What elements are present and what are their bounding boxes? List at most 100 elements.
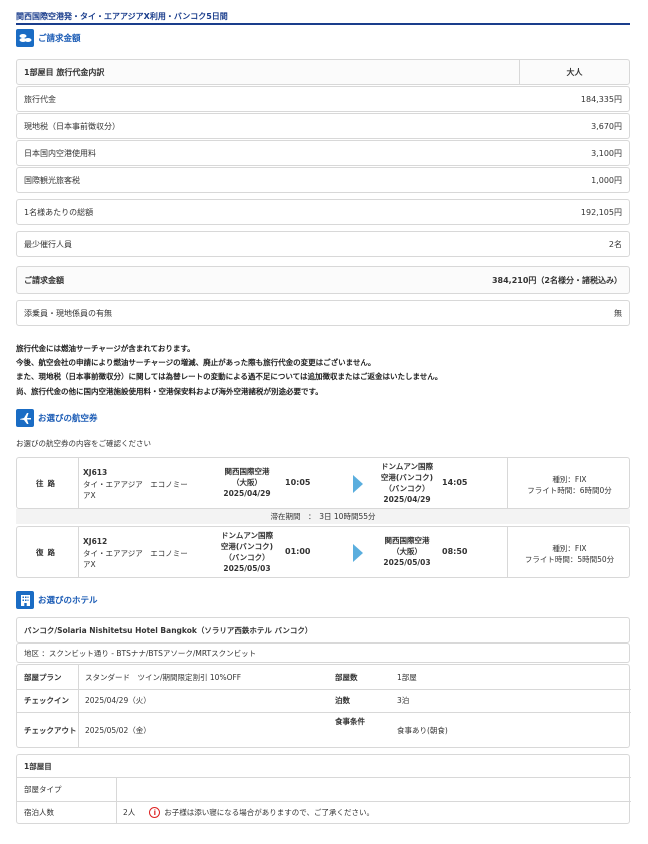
warning-info-icon: i xyxy=(149,807,161,818)
departure-line: ドンムアン国際 xyxy=(220,531,274,540)
note-line: 尚、旅行代金の他に国内空港施設使用料・空港保安料および海外空港諸税が別途必要です… xyxy=(16,386,323,396)
billing-row-value: 3,100円 xyxy=(591,148,622,158)
billing-header-label: 1部屋目 旅行代金内訳 xyxy=(24,67,105,77)
billing-header-col: 大人 xyxy=(519,60,629,84)
checkout-label: チェックアウト xyxy=(17,712,79,748)
billing-row-label: 旅行代金 xyxy=(24,94,56,104)
arrival-line: ドンムアン国際 xyxy=(380,462,434,471)
departure-line: 関西国際空港 xyxy=(224,467,270,476)
airline-name-cont: アX xyxy=(83,491,96,500)
airline-name: タイ・エアアジア エコノミー xyxy=(83,480,188,489)
plan-label: 部屋プラン xyxy=(17,665,79,689)
billing-row-tour-conductor: 添乗員・現地係員の有無 無 xyxy=(16,300,630,326)
guests-label: 宿泊人数 xyxy=(17,801,117,824)
guests-info: 2人 i お子様は添い寝になる場合がありますので、ご了承ください。 xyxy=(123,801,374,824)
billing-row-value: 384,210円（2名様分・諸税込み） xyxy=(491,275,622,285)
arrival-date: 2025/04/29 xyxy=(383,495,431,504)
arrival-airport: ドンムアン国際 空港(バンコク) （バンコク） 2025/04/29 xyxy=(367,461,447,505)
flight-airline: タイ・エアアジア エコノミー アX xyxy=(83,479,203,501)
room1-title: 1部屋目 xyxy=(24,761,52,771)
note-line: 今後、航空会社の申請により燃油サーチャージの増減、廃止があった際も旅行代金の変更… xyxy=(16,358,376,368)
nights-label: 泊数 xyxy=(335,696,350,705)
guests-note: お子様は添い寝になる場合がありますので、ご了承ください。 xyxy=(164,808,374,817)
hotel-area: 地区 ：スクンビット通り - BTSナナ/BTSアソーク/MRTスクンビット xyxy=(16,643,630,663)
arrival-line: （大阪） xyxy=(392,547,422,556)
flight-section-header: お選びの航空券 xyxy=(16,409,98,427)
departure-time: 10:05 xyxy=(285,478,311,487)
airline-name-cont: アX xyxy=(83,560,96,569)
departure-date: 2025/04/29 xyxy=(223,489,271,498)
billing-row-label: 添乗員・現地係員の有無 xyxy=(24,308,112,318)
billing-row-fare: 旅行代金 184,335円 xyxy=(16,86,630,112)
airline-name: タイ・エアアジア エコノミー xyxy=(83,549,188,558)
billing-row-min-participants: 最少催行人員 2名 xyxy=(16,231,630,257)
billing-header-row: 1部屋目 旅行代金内訳 大人 xyxy=(16,59,630,85)
flight-direction: 往路 xyxy=(17,458,79,508)
billing-row-per-person-total: 1名様あたりの総額 192,105円 xyxy=(16,199,630,225)
billing-row-airport-fee: 日本国内空港使用料 3,100円 xyxy=(16,140,630,166)
billing-notes: 旅行代金には燃油サーチャージが含まれております。 今後、航空会社の申請により燃油… xyxy=(16,342,442,399)
airplane-icon xyxy=(16,409,34,427)
hotel-name: バンコク/Solaria Nishitetsu Hotel Bangkok（ソラ… xyxy=(16,617,630,643)
billing-section-title: ご請求金額 xyxy=(38,34,81,44)
billing-row-value: 184,335円 xyxy=(580,94,622,104)
hotel-section-header: お選びのホテル xyxy=(16,591,98,609)
flight-section-title: お選びの航空券 xyxy=(38,414,98,424)
arrival-airport: 関西国際空港 （大阪） 2025/05/03 xyxy=(367,535,447,568)
arrow-right-icon xyxy=(353,475,363,493)
billing-row-local-tax: 現地税（日本事前徴収分） 3,670円 xyxy=(16,113,630,139)
plan-value: スタンダード ツイン/期間限定割引 10%OFF xyxy=(85,672,242,682)
billing-row-value: 192,105円 xyxy=(580,207,622,217)
room1-details: 1部屋目 部屋タイプ 宿泊人数 2人 i お子様は添い寝になる場合がありますので… xyxy=(16,754,631,824)
flight-kind: 種別：FIX フライト時間：6時間0分 xyxy=(507,458,631,508)
stay-duration: 滞在期間 ： 3日 10時間55分 xyxy=(16,509,630,524)
note-line: 旅行代金には燃油サーチャージが含まれております。 xyxy=(16,344,195,353)
fare-type: 種別：FIX xyxy=(552,544,587,553)
arrival-line: （バンコク） xyxy=(384,484,430,493)
flight-airline: タイ・エアアジア エコノミー アX xyxy=(83,548,203,570)
roomtype-label: 部屋タイプ xyxy=(17,777,117,801)
flight-number: XJ613 xyxy=(83,468,108,477)
page-title: 関西国際空港発・タイ・エアアジアX利用・バンコク5日間 xyxy=(16,12,228,21)
flight-duration: フライト時間：6時間0分 xyxy=(527,486,612,495)
billing-row-grand-total: ご請求金額 384,210円（2名様分・諸税込み） xyxy=(16,266,630,294)
departure-time: 01:00 xyxy=(285,547,311,556)
flight-direction: 復路 xyxy=(17,527,79,577)
arrow-right-icon xyxy=(353,544,363,562)
departure-date: 2025/05/03 xyxy=(223,564,271,573)
billing-row-tourist-tax: 国際観光旅客税 1,000円 xyxy=(16,167,630,193)
arrival-time: 14:05 xyxy=(442,478,468,487)
arrival-line: 関西国際空港 xyxy=(384,536,430,545)
billing-row-value: 2名 xyxy=(608,239,622,249)
billing-row-label: 国際観光旅客税 xyxy=(24,175,80,185)
arrival-time: 08:50 xyxy=(442,547,468,556)
departure-line: （大阪） xyxy=(232,478,262,487)
flight-duration: フライト時間：5時間50分 xyxy=(524,555,615,564)
flight-leg-outbound: 往路 XJ613 タイ・エアアジア エコノミー アX 関西国際空港 （大阪） 2… xyxy=(16,457,630,509)
building-icon xyxy=(16,591,34,609)
rooms-label: 部屋数 xyxy=(335,672,358,682)
flight-kind: 種別：FIX フライト時間：5時間50分 xyxy=(507,527,631,577)
meal-label: 食事条件 xyxy=(335,716,365,726)
flight-number: XJ612 xyxy=(83,537,108,546)
departure-airport: ドンムアン国際 空港(バンコク) （バンコク） 2025/05/03 xyxy=(207,530,287,574)
guests-value: 2人 xyxy=(123,808,136,817)
note-line: また、現地税（日本事前徴収分）に関しては為替レートの変動による過不足については追… xyxy=(16,372,443,382)
checkin-label: チェックイン xyxy=(17,689,79,712)
billing-row-label: 1名様あたりの総額 xyxy=(24,207,94,217)
arrival-date: 2025/05/03 xyxy=(383,558,431,567)
flight-subtitle: お選びの航空券の内容をご確認ください xyxy=(16,439,151,448)
checkin-value: 2025/04/29（火） xyxy=(85,696,151,705)
billing-row-value: 3,670円 xyxy=(591,121,622,131)
departure-line: 空港(バンコク) xyxy=(220,542,274,551)
checkout-value: 2025/05/02（金） xyxy=(85,725,151,735)
billing-row-value: 1,000円 xyxy=(591,175,622,185)
billing-row-label: 最少催行人員 xyxy=(24,239,72,249)
hotel-section-title: お選びのホテル xyxy=(38,596,98,606)
hotel-details: 部屋プラン スタンダード ツイン/期間限定割引 10%OFF 部屋数 1部屋 チ… xyxy=(16,664,631,748)
billing-row-label: ご請求金額 xyxy=(24,275,64,285)
meal-value: 食事あり(朝食) xyxy=(397,725,448,735)
billing-row-label: 現地税（日本事前徴収分） xyxy=(24,121,120,131)
title-divider xyxy=(16,23,630,25)
arrival-line: 空港(バンコク) xyxy=(380,473,434,482)
